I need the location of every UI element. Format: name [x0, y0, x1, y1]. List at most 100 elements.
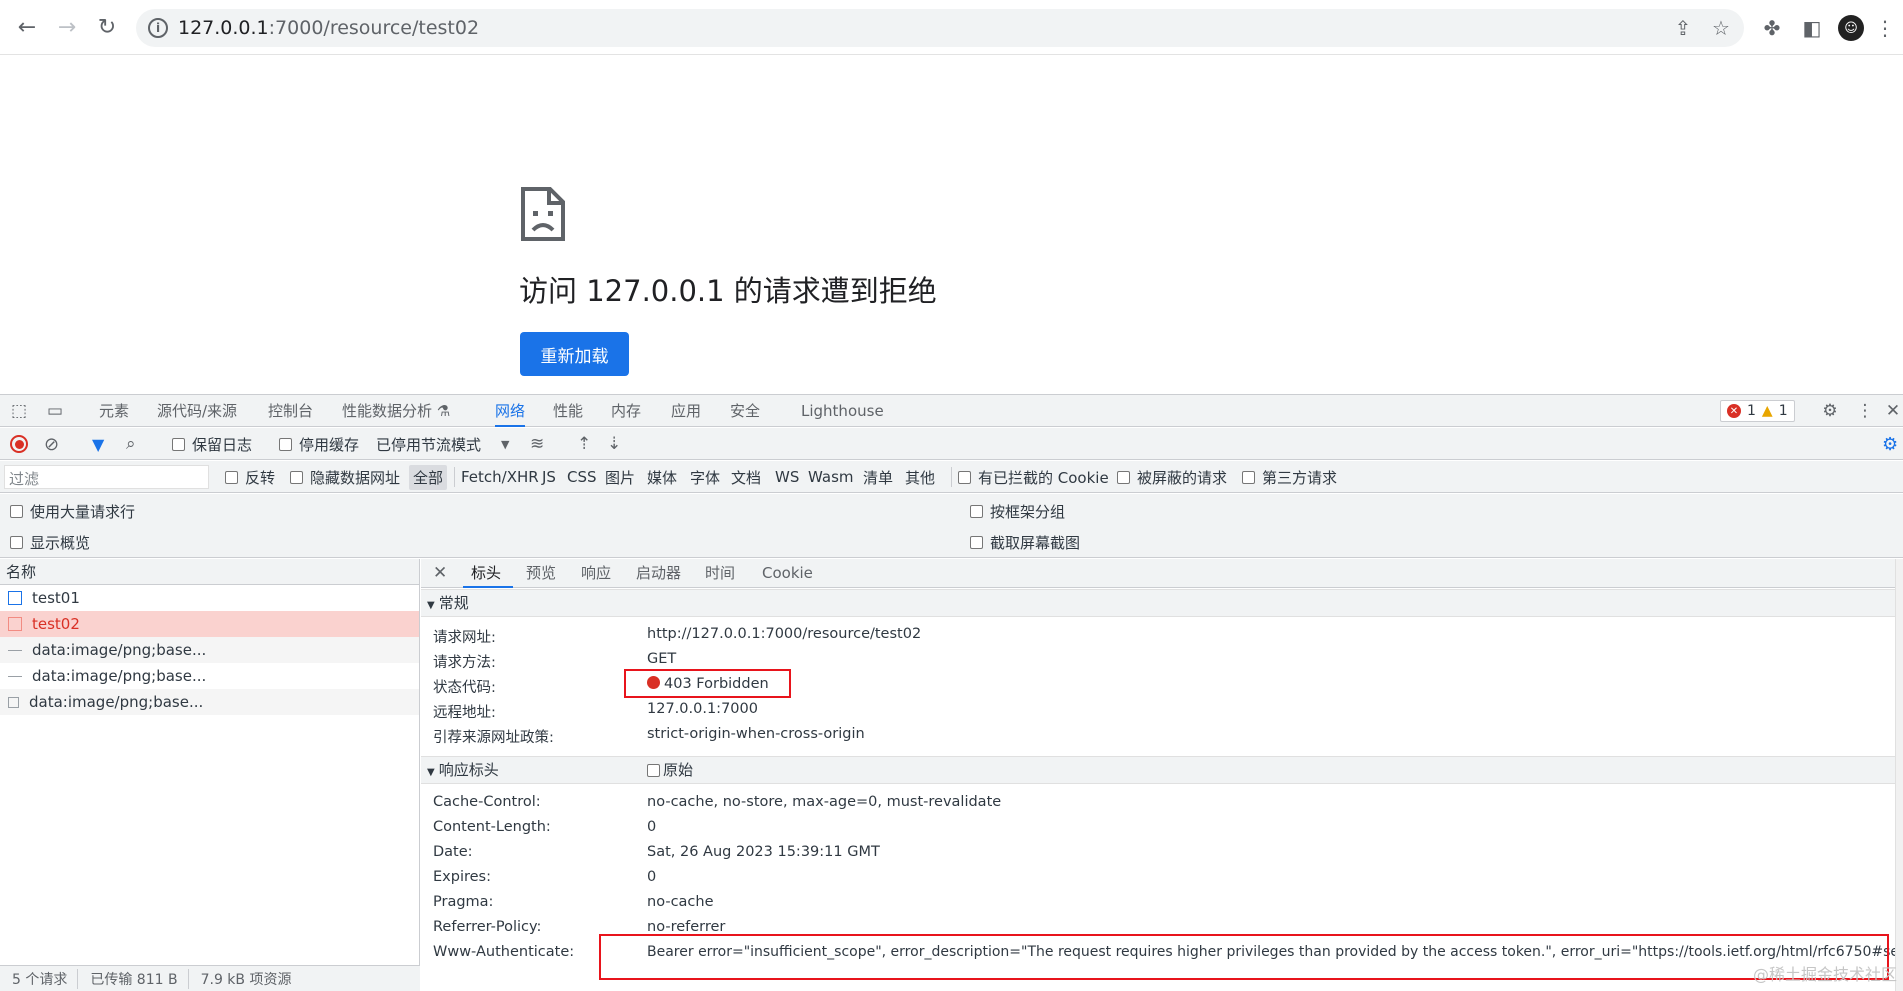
- name-column-header[interactable]: 名称: [0, 559, 419, 585]
- checkbox[interactable]: [172, 437, 185, 451]
- type-filter-9[interactable]: Wasm: [808, 461, 854, 493]
- type-filter-10[interactable]: 清单: [863, 461, 893, 493]
- address-bar[interactable]: i 127.0.0.1:7000/resource/test02 ⇪ ☆: [136, 9, 1744, 47]
- blocked-requests-checkbox[interactable]: 被屏蔽的请求: [1117, 461, 1227, 493]
- tab-3[interactable]: 性能数据分析 ⚗: [342, 395, 450, 427]
- checkbox[interactable]: [970, 535, 983, 549]
- issues-badge[interactable]: ✕ 1 ▲ 1: [1720, 400, 1795, 422]
- tab-2[interactable]: 控制台: [268, 395, 313, 427]
- import-har-icon[interactable]: ⇡: [577, 428, 591, 460]
- response-headers-section-header[interactable]: ▼ 响应标头 原始: [421, 756, 1896, 784]
- request-name: test02: [32, 615, 80, 633]
- device-toolbar-icon[interactable]: ▭: [44, 401, 66, 421]
- checkbox[interactable]: [279, 437, 292, 451]
- profile-avatar[interactable]: ☺: [1838, 15, 1864, 41]
- checkbox[interactable]: [1117, 470, 1130, 484]
- side-panel-icon[interactable]: ◧: [1797, 13, 1827, 43]
- details-tab-1[interactable]: 预览: [526, 559, 556, 588]
- details-scrollbar[interactable]: [1895, 559, 1903, 991]
- details-tab-4[interactable]: 时间: [705, 559, 735, 588]
- close-details-icon[interactable]: ✕: [433, 559, 447, 588]
- type-filter-7[interactable]: 文档: [731, 461, 761, 493]
- invert-checkbox[interactable]: 反转: [225, 461, 275, 493]
- tab-8[interactable]: 安全: [730, 395, 760, 427]
- type-filter-0[interactable]: 全部: [409, 461, 448, 493]
- extensions-puzzle-icon[interactable]: ✤: [1757, 13, 1787, 43]
- details-tab-2[interactable]: 响应: [581, 559, 611, 588]
- filter-funnel-icon[interactable]: ▼: [92, 428, 104, 460]
- forward-button[interactable]: →: [52, 12, 82, 42]
- record-icon[interactable]: [10, 428, 28, 460]
- search-icon[interactable]: ⌕: [126, 428, 136, 460]
- site-info-icon[interactable]: i: [148, 18, 168, 38]
- devtools-menu-icon[interactable]: ⋮: [1854, 401, 1876, 421]
- network-conditions-icon[interactable]: ≋: [530, 428, 544, 460]
- tab-6[interactable]: 内存: [611, 395, 641, 427]
- blocked-cookies-checkbox[interactable]: 有已拦截的 Cookie: [958, 461, 1109, 493]
- filter-bar: 过滤 反转 隐藏数据网址 全部 Fetch/XHR JS CSS 图片 媒体 字体 文档 WS W…: [0, 461, 1903, 493]
- type-filter-5[interactable]: 媒体: [647, 461, 677, 493]
- request-row[interactable]: test01: [0, 585, 419, 611]
- tab-1[interactable]: 源代码/来源: [157, 395, 237, 427]
- raw-checkbox[interactable]: 原始: [647, 757, 693, 783]
- clear-icon[interactable]: ⊘: [44, 428, 59, 460]
- type-filter-4[interactable]: 图片: [605, 461, 635, 493]
- group-by-frame-checkbox[interactable]: 按框架分组: [970, 496, 1065, 526]
- tab-9[interactable]: Lighthouse: [801, 395, 884, 427]
- type-filter-11[interactable]: 其他: [905, 461, 935, 493]
- tab-5[interactable]: 性能: [553, 395, 583, 427]
- throttling-select[interactable]: 已停用节流模式 ▼: [376, 428, 509, 460]
- checkbox[interactable]: [225, 470, 238, 484]
- request-row[interactable]: data:image/png;base...: [0, 663, 419, 689]
- browser-menu-icon[interactable]: ⋮: [1870, 13, 1900, 43]
- checkbox[interactable]: [970, 504, 983, 518]
- close-devtools-icon[interactable]: ✕: [1882, 401, 1903, 421]
- general-section-header[interactable]: ▼ 常规: [421, 589, 1896, 617]
- details-tab-5[interactable]: Cookie: [762, 559, 813, 588]
- checkbox[interactable]: [958, 470, 971, 484]
- type-filter-2[interactable]: JS: [542, 461, 556, 493]
- checkbox[interactable]: [10, 535, 23, 549]
- filter-input[interactable]: 过滤: [4, 465, 209, 489]
- capture-screenshots-checkbox[interactable]: 截取屏幕截图: [970, 527, 1080, 557]
- large-rows-checkbox[interactable]: 使用大量请求行: [10, 496, 135, 526]
- request-row-selected[interactable]: test02: [0, 611, 419, 637]
- preserve-log-checkbox[interactable]: 保留日志: [172, 428, 252, 460]
- type-filter-6[interactable]: 字体: [690, 461, 720, 493]
- share-icon[interactable]: ⇪: [1670, 15, 1696, 41]
- disable-cache-checkbox[interactable]: 停用缓存: [279, 428, 359, 460]
- settings-gear-icon[interactable]: ⚙: [1819, 401, 1841, 421]
- third-party-checkbox[interactable]: 第三方请求: [1242, 461, 1337, 493]
- header-value: 0: [647, 819, 657, 835]
- checkbox[interactable]: [290, 470, 303, 484]
- details-tab-3[interactable]: 启动器: [636, 559, 681, 588]
- url-text[interactable]: 127.0.0.1:7000/resource/test02: [178, 17, 479, 39]
- tab-0[interactable]: 元素: [99, 395, 129, 427]
- request-row[interactable]: data:image/png;base...: [0, 637, 419, 663]
- type-filter-3[interactable]: CSS: [567, 461, 597, 493]
- checkbox[interactable]: [1242, 470, 1255, 484]
- back-button[interactable]: ←: [12, 12, 42, 42]
- response-headers-title: 响应标头: [438, 761, 499, 779]
- show-overview-checkbox[interactable]: 显示概览: [10, 527, 90, 557]
- throttling-label: 已停用节流模式: [376, 435, 482, 454]
- error-page: 访问 127.0.0.1 的请求遭到拒绝 重新加载: [0, 56, 1903, 394]
- hide-data-urls-checkbox[interactable]: 隐藏数据网址: [290, 461, 400, 493]
- watermark-text: @稀土掘金技术社区: [1752, 965, 1897, 984]
- bookmark-star-icon[interactable]: ☆: [1708, 15, 1734, 41]
- network-settings-icon[interactable]: ⚙: [1882, 428, 1898, 460]
- reload-icon[interactable]: ↻: [92, 12, 122, 42]
- type-filter-8[interactable]: WS: [775, 461, 799, 493]
- image-dash-icon: [8, 650, 22, 651]
- request-row[interactable]: data:image/png;base...: [0, 689, 419, 715]
- header-value: Sat, 26 Aug 2023 15:39:11 GMT: [647, 844, 880, 860]
- tab-4[interactable]: 网络: [495, 395, 526, 427]
- export-har-icon[interactable]: ⇣: [607, 428, 621, 460]
- checkbox[interactable]: [10, 504, 23, 518]
- details-tab-0[interactable]: 标头: [463, 559, 514, 588]
- inspect-element-icon[interactable]: ⬚: [8, 401, 30, 421]
- reload-button[interactable]: 重新加载: [520, 332, 629, 376]
- tab-7[interactable]: 应用: [671, 395, 701, 427]
- checkbox[interactable]: [647, 763, 660, 777]
- type-filter-1[interactable]: Fetch/XHR: [461, 461, 539, 493]
